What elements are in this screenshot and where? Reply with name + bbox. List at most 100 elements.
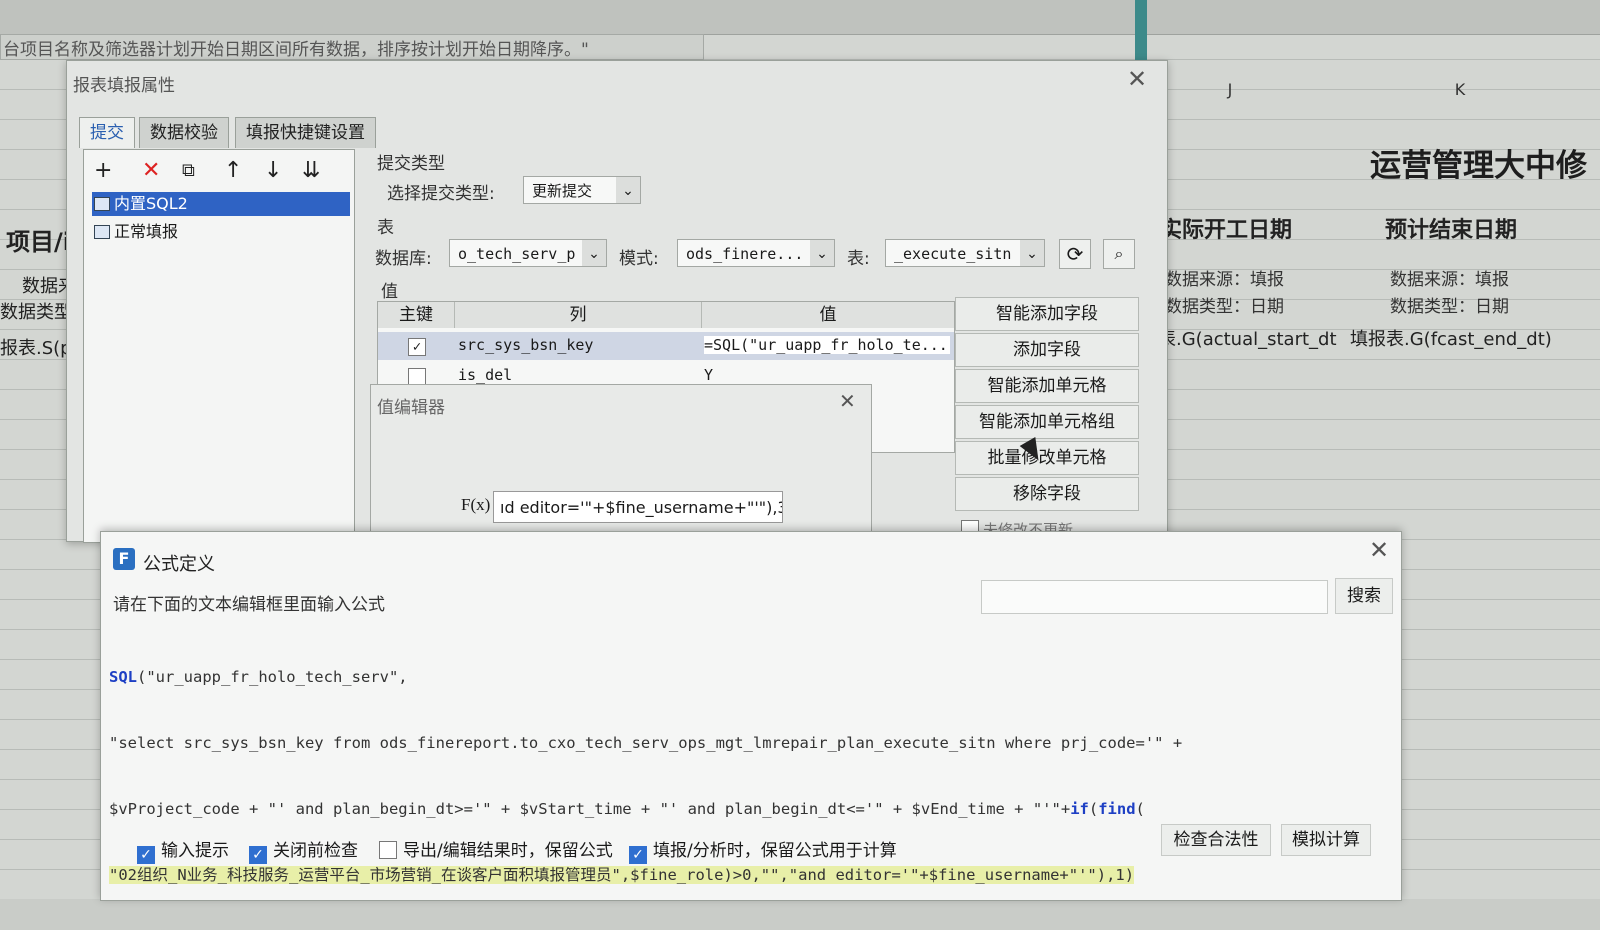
formula-dialog-title: 公式定义 xyxy=(143,554,215,575)
schema-select[interactable]: ods_finere... ⌄ xyxy=(677,239,835,267)
column-header-column[interactable]: 列 xyxy=(455,302,702,328)
value-editor-dialog: 值编辑器 ✕ F(x) ıd editor='"+$fine_username+… xyxy=(370,384,872,536)
preview-table-icon[interactable]: ⌕ xyxy=(1103,239,1135,269)
close-icon[interactable]: ✕ xyxy=(839,391,856,411)
remove-field-button[interactable]: 移除字段 xyxy=(955,477,1139,511)
table-icon xyxy=(94,225,110,239)
row-value[interactable]: Y xyxy=(704,366,713,384)
code-text: ( xyxy=(1135,800,1145,818)
tree-item-label: 正常填报 xyxy=(114,222,179,241)
formula-instruction: 请在下面的文本编辑框里面输入公式 xyxy=(113,595,385,615)
schema-label: 模式: xyxy=(619,249,659,269)
code-keyword: SQL xyxy=(109,668,137,686)
close-icon[interactable]: ✕ xyxy=(1127,67,1147,91)
refresh-icon[interactable]: ⟳ xyxy=(1059,239,1091,269)
option-check-before-close[interactable]: ✓ 关闭前检查 xyxy=(249,836,358,864)
code-line: "select src_sys_bsn_key from ods_finerep… xyxy=(109,732,1393,754)
header-actual-start[interactable]: 实际开工日期 xyxy=(1160,212,1292,244)
table-select[interactable]: _execute_sitn ⌄ xyxy=(885,239,1045,267)
formula-value-field[interactable]: ıd editor='"+$fine_username+"'"),3) xyxy=(493,491,783,523)
code-text: ("ur_uapp_fr_holo_tech_serv", xyxy=(137,668,408,686)
option-keep-formula-calc[interactable]: ✓ 填报/分析时，保留公式用于计算 xyxy=(629,836,897,864)
row-column-name: is_del xyxy=(458,366,513,384)
checkbox-checked[interactable]: ✓ xyxy=(137,846,155,864)
smart-add-cell-group-button[interactable]: 智能添加单元格组 xyxy=(955,405,1139,439)
formula-definition-dialog: F 公式定义 ✕ 请在下面的文本编辑框里面输入公式 搜索 SQL("ur_uap… xyxy=(100,531,1402,901)
column-header-k[interactable]: K xyxy=(1430,80,1490,110)
schema-value: ods_finere... xyxy=(686,245,804,263)
add-icon[interactable]: + xyxy=(94,158,112,183)
row-column-name: src_sys_bsn_key xyxy=(458,336,594,354)
tree-item-builtin-sql[interactable]: 内置SQL2 xyxy=(92,192,350,216)
dialog-title: 报表填报属性 xyxy=(73,76,175,96)
sheet-description-cell[interactable]: 台项目名称及筛选器计划开始日期区间所有数据，排序按计划开始日期降序。" xyxy=(0,34,704,60)
primary-key-checkbox[interactable]: ✓ xyxy=(408,338,426,356)
submit-type-value: 更新提交 xyxy=(532,182,593,200)
checkbox-checked[interactable]: ✓ xyxy=(249,846,267,864)
search-button[interactable]: 搜索 xyxy=(1335,578,1393,614)
simulate-calc-button[interactable]: 模拟计算 xyxy=(1281,824,1371,856)
batch-modify-cell-button[interactable]: 批量修改单元格 xyxy=(955,441,1139,475)
value-editor-title: 值编辑器 xyxy=(377,398,445,418)
submit-type-group: 提交类型 xyxy=(377,154,445,174)
column-header-j[interactable]: J xyxy=(1200,80,1260,110)
move-up-icon[interactable]: ↑ xyxy=(224,158,242,183)
smart-add-field-button[interactable]: 智能添加字段 xyxy=(955,297,1139,331)
smart-add-cell-button[interactable]: 智能添加单元格 xyxy=(955,369,1139,403)
delete-icon[interactable]: ✕ xyxy=(142,158,160,183)
column-header-value[interactable]: 值 xyxy=(702,302,954,328)
row-value[interactable]: =SQL("ur_uapp_fr_holo_te... xyxy=(704,336,950,354)
add-field-button[interactable]: 添加字段 xyxy=(955,333,1139,367)
sheet-title: 运营管理大中修 xyxy=(1370,148,1587,184)
chevron-down-icon: ⌄ xyxy=(810,240,834,266)
database-select[interactable]: o_tech_serv_p ⌄ xyxy=(449,239,607,267)
option-input-hint[interactable]: ✓ 输入提示 xyxy=(137,836,229,864)
code-text-highlighted: "02组织_N业务_科技服务_运营平台_市场营销_在谈客户面积填报管理员",$f… xyxy=(109,866,1135,884)
tab-data-validation[interactable]: 数据校验 xyxy=(139,117,229,148)
option-keep-formula-export[interactable]: 导出/编辑结果时，保留公式 xyxy=(379,836,613,861)
chevron-down-icon: ⌄ xyxy=(616,177,640,203)
code-keyword: find xyxy=(1098,800,1136,818)
formula-cell-j[interactable]: 表.G(actual_start_dt xyxy=(1158,325,1337,351)
close-icon[interactable]: ✕ xyxy=(1369,538,1389,562)
move-down-icon[interactable]: ↓ xyxy=(264,158,282,183)
function-search-input[interactable] xyxy=(981,580,1328,614)
formula-cell-k[interactable]: 填报表.G(fcast_end_dt) xyxy=(1350,325,1552,351)
meta-type-k: 数据类型：日期 xyxy=(1390,297,1509,317)
code-line: SQL("ur_uapp_fr_holo_tech_serv", xyxy=(109,666,1393,688)
value-group: 值 xyxy=(381,282,398,302)
chevron-down-icon: ⌄ xyxy=(582,240,606,266)
tab-submit[interactable]: 提交 xyxy=(79,117,135,148)
database-value: o_tech_serv_p xyxy=(458,245,576,263)
sheet-divider xyxy=(1135,0,1147,60)
tree-item-label: 内置SQL2 xyxy=(114,194,188,213)
header-forecast-end[interactable]: 预计结束日期 xyxy=(1385,212,1517,244)
tab-shortcut-settings[interactable]: 填报快捷键设置 xyxy=(235,117,376,148)
checkbox-unchecked[interactable] xyxy=(379,841,397,859)
sheet-toolbar-strip xyxy=(0,0,1600,35)
code-line: $vProject_code + "' and plan_begin_dt>='… xyxy=(109,798,1393,820)
app-logo-icon: F xyxy=(113,548,135,570)
code-text: ( xyxy=(1088,800,1099,818)
column-header-key[interactable]: 主键 xyxy=(378,302,455,328)
table-label: 表: xyxy=(847,249,870,269)
copy-icon[interactable]: ⧉ xyxy=(182,160,195,181)
option-label: 导出/编辑结果时，保留公式 xyxy=(403,841,613,861)
option-label: 关闭前检查 xyxy=(273,841,358,861)
submit-list-panel: + ✕ ⧉ ↑ ↓ ⇊ 内置SQL2 正常填报 xyxy=(83,149,355,543)
option-label: 填报/分析时，保留公式用于计算 xyxy=(653,841,897,861)
code-line: "02组织_N业务_科技服务_运营平台_市场营销_在谈客户面积填报管理员",$f… xyxy=(109,864,1393,886)
sort-icon[interactable]: ⇊ xyxy=(302,158,320,183)
checkbox-checked[interactable]: ✓ xyxy=(629,846,647,864)
submit-type-label: 选择提交类型: xyxy=(387,184,495,204)
table-icon xyxy=(94,197,110,211)
submit-type-select[interactable]: 更新提交 ⌄ xyxy=(523,176,641,204)
tree-item-normal-fill[interactable]: 正常填报 xyxy=(92,220,178,244)
meta-type-j: 数据类型：日期 xyxy=(1165,297,1284,317)
table-row[interactable]: ✓ src_sys_bsn_key =SQL("ur_uapp_fr_holo_… xyxy=(378,332,954,360)
left-header-fragment: 项目/i xyxy=(6,228,71,256)
check-validity-button[interactable]: 检查合法性 xyxy=(1161,824,1271,856)
formula-editor[interactable]: SQL("ur_uapp_fr_holo_tech_serv", "select… xyxy=(109,622,1393,930)
code-keyword: if xyxy=(1070,800,1089,818)
formula-fx-icon[interactable]: F(x) xyxy=(461,495,490,515)
